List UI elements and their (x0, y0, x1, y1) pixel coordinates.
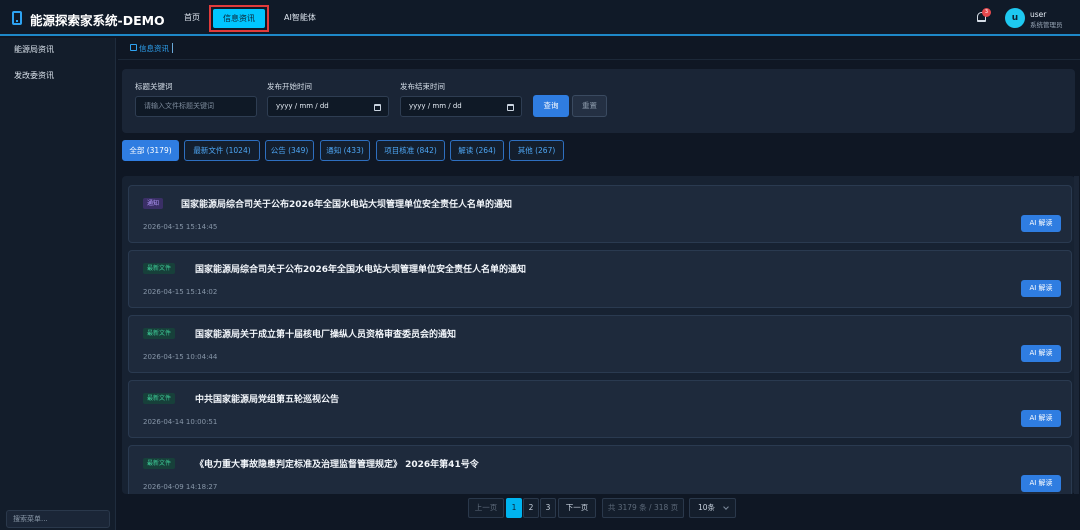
filter-panel: 标题关键词 请输入文件标题关键词 发布开始时间 yyyy / mm / dd 发… (122, 69, 1075, 133)
end-date-label: 发布结束时间 (400, 82, 445, 91)
page-size-select[interactable]: 10条 (689, 498, 736, 518)
keyword-input[interactable]: 请输入文件标题关键词 (135, 96, 257, 117)
sidebar-item-energy-bureau[interactable]: 能源局资讯 (14, 44, 54, 55)
start-date-value: yyyy / mm / dd (276, 102, 329, 110)
list-item[interactable]: 最新文件 中共国家能源局党组第五轮巡视公告 2026-04-14 10:00:5… (128, 380, 1072, 438)
query-button[interactable]: 查询 (533, 95, 569, 117)
calendar-icon[interactable] (374, 104, 381, 111)
phone-logo-icon (12, 11, 22, 25)
keyword-label: 标题关键词 (135, 82, 173, 91)
news-title[interactable]: 国家能源局综合司关于公布2026年全国水电站大坝管理单位安全责任人名单的通知 (181, 197, 512, 210)
list-item[interactable]: 最新文件 国家能源局综合司关于公布2026年全国水电站大坝管理单位安全责任人名单… (128, 250, 1072, 308)
start-date-input[interactable]: yyyy / mm / dd (267, 96, 389, 117)
news-date: 2026-04-09 14:18:27 (143, 483, 218, 491)
ai-interpret-button[interactable]: AI 解读 (1021, 215, 1061, 232)
category-tab-all[interactable]: 全部 (3179) (122, 140, 179, 161)
nav-ai-agent[interactable]: AI智能体 (284, 6, 316, 30)
news-title[interactable]: 国家能源局关于成立第十届核电厂操纵人员资格审查委员会的通知 (195, 327, 456, 340)
type-badge: 最新文件 (143, 393, 176, 404)
ai-interpret-button[interactable]: AI 解读 (1021, 410, 1061, 427)
list-item[interactable]: 最新文件 国家能源局关于成立第十届核电厂操纵人员资格审查委员会的通知 2026-… (128, 315, 1072, 373)
top-header: 能源探索家系统-DEMO 首页 信息资讯 AI智能体 3 u user 系统管理… (0, 0, 1080, 36)
news-list: 通知 国家能源局综合司关于公布2026年全国水电站大坝管理单位安全责任人名单的通… (122, 176, 1075, 494)
user-role: 系统管理员 (1030, 21, 1063, 29)
ai-interpret-button[interactable]: AI 解读 (1021, 475, 1061, 492)
page-size-value: 10条 (698, 503, 716, 512)
breadcrumb-current[interactable]: 信息资讯 (139, 43, 169, 54)
avatar[interactable]: u (1005, 8, 1025, 28)
news-title[interactable]: 中共国家能源局党组第五轮巡视公告 (195, 392, 339, 405)
news-title[interactable]: 国家能源局综合司关于公布2026年全国水电站大坝管理单位安全责任人名单的通知 (195, 262, 526, 275)
nav-news[interactable]: 信息资讯 (213, 9, 265, 28)
sidebar-item-ndrc[interactable]: 发改委资讯 (14, 70, 54, 81)
category-tab-interpretation[interactable]: 解读 (264) (450, 140, 504, 161)
sidebar: 能源局资讯 发改委资讯 搜索菜单... (0, 38, 116, 530)
home-icon (130, 44, 137, 51)
category-tab-announcement[interactable]: 公告 (349) (265, 140, 314, 161)
breadcrumb-divider (172, 43, 173, 53)
category-tab-other[interactable]: 其他 (267) (509, 140, 564, 161)
type-badge: 最新文件 (143, 458, 176, 469)
news-date: 2026-04-15 15:14:45 (143, 223, 218, 231)
menu-search-input[interactable]: 搜索菜单... (6, 510, 110, 528)
breadcrumb: 信息资讯 (118, 38, 1080, 60)
ai-interpret-button[interactable]: AI 解读 (1021, 345, 1061, 362)
category-tab-approval[interactable]: 项目核准 (842) (376, 140, 445, 161)
app-title: 能源探索家系统-DEMO (30, 13, 165, 28)
user-name[interactable]: user (1030, 10, 1046, 19)
nav-home[interactable]: 首页 (184, 6, 200, 30)
prev-page-button[interactable]: 上一页 (468, 498, 504, 518)
pagination-summary: 共 3179 条 / 318 页 (602, 498, 684, 518)
type-badge: 最新文件 (143, 263, 176, 274)
reset-button[interactable]: 重置 (572, 95, 607, 117)
start-date-label: 发布开始时间 (267, 82, 312, 91)
notification-badge: 3 (982, 8, 991, 17)
end-date-value: yyyy / mm / dd (409, 102, 462, 110)
list-item[interactable]: 通知 国家能源局综合司关于公布2026年全国水电站大坝管理单位安全责任人名单的通… (128, 185, 1072, 243)
list-scrollbar[interactable] (1074, 176, 1079, 494)
type-badge: 通知 (143, 198, 164, 209)
page-button-3[interactable]: 3 (540, 498, 556, 518)
news-date: 2026-04-15 15:14:02 (143, 288, 218, 296)
category-tab-notice[interactable]: 通知 (433) (320, 140, 370, 161)
category-tab-latest[interactable]: 最新文件 (1024) (184, 140, 260, 161)
news-date: 2026-04-15 10:04:44 (143, 353, 218, 361)
chevron-down-icon (723, 504, 729, 510)
nav-news-highlight: 信息资讯 (209, 5, 269, 32)
type-badge: 最新文件 (143, 328, 176, 339)
next-page-button[interactable]: 下一页 (558, 498, 596, 518)
news-date: 2026-04-14 10:00:51 (143, 418, 218, 426)
calendar-icon[interactable] (507, 104, 514, 111)
ai-interpret-button[interactable]: AI 解读 (1021, 280, 1061, 297)
news-title[interactable]: 《电力重大事故隐患判定标准及治理监督管理规定》 2026年第41号令 (195, 457, 479, 470)
page-button-1[interactable]: 1 (506, 498, 522, 518)
list-item[interactable]: 最新文件 《电力重大事故隐患判定标准及治理监督管理规定》 2026年第41号令 … (128, 445, 1072, 494)
end-date-input[interactable]: yyyy / mm / dd (400, 96, 522, 117)
page-button-2[interactable]: 2 (523, 498, 539, 518)
